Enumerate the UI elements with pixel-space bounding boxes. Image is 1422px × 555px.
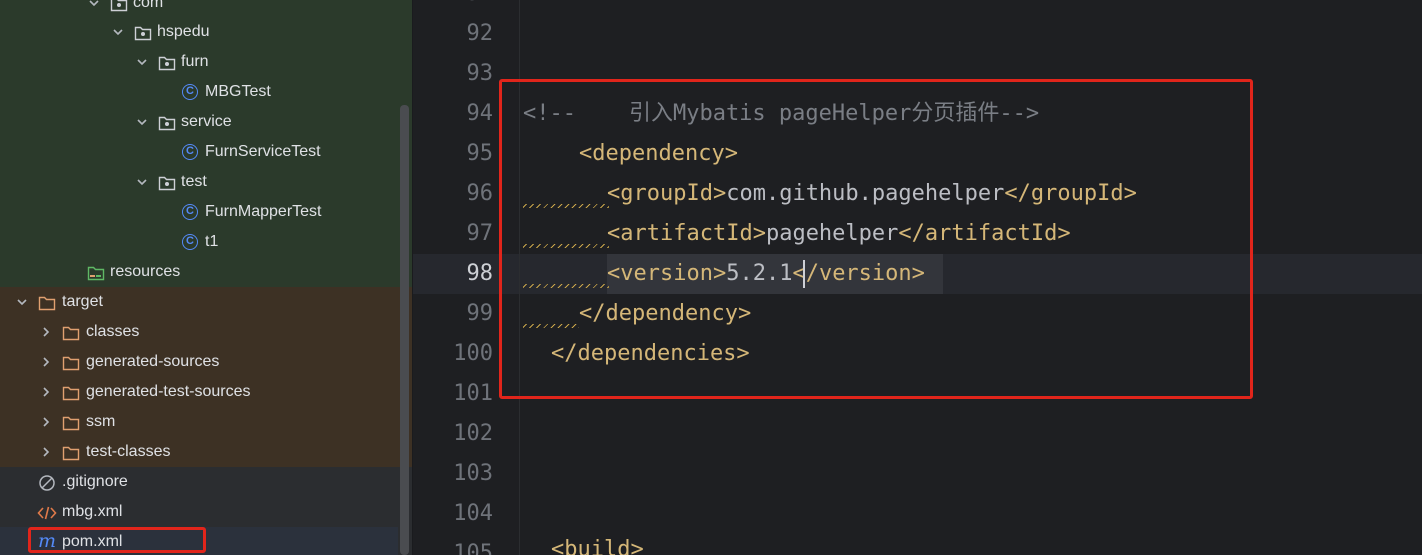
folder-icon — [62, 413, 80, 431]
line-number: 94 — [466, 101, 494, 126]
tree-item-label: .gitignore — [62, 473, 128, 490]
package-icon — [158, 113, 176, 131]
chevron-right-icon[interactable] — [40, 437, 54, 467]
tree-item-mbgtest[interactable]: C MBGTest — [0, 77, 398, 107]
line-number: 96 — [466, 181, 494, 206]
tree-item-generated-sources[interactable]: generated-sources — [0, 347, 398, 377]
class-icon: C — [182, 84, 198, 100]
folder-icon — [62, 443, 80, 461]
tree-item-resources[interactable]: resources — [0, 257, 398, 287]
tree-item-test[interactable]: test — [0, 167, 398, 197]
class-icon: C — [182, 234, 198, 250]
chevron-right-icon[interactable] — [40, 317, 54, 347]
resources-folder-icon — [87, 263, 105, 281]
tree-item-gitignore[interactable]: .gitignore — [0, 467, 398, 497]
line-number: 100 — [453, 341, 493, 366]
line-number: 93 — [466, 61, 494, 86]
tree-item-label: furn — [181, 53, 209, 70]
tree-item-label: com — [133, 0, 164, 11]
line-number-active: 98 — [466, 261, 494, 286]
package-icon — [158, 53, 176, 71]
tree-item-label: FurnServiceTest — [205, 143, 321, 160]
tree-item-t1[interactable]: C t1 — [0, 227, 398, 257]
line-number: 91 — [413, 0, 494, 14]
tree-item-furnmappertest[interactable]: C FurnMapperTest — [0, 197, 398, 227]
tree-item-label: generated-sources — [86, 353, 220, 370]
line-number: 97 — [466, 221, 494, 246]
tree-item-generated-test-sources[interactable]: generated-test-sources — [0, 377, 398, 407]
tree-item-label: test-classes — [86, 443, 171, 460]
tree-item-target[interactable]: target — [0, 287, 398, 317]
pom-highlight-box — [28, 527, 206, 553]
code-line-105: <build> — [551, 530, 644, 555]
line-number: 95 — [466, 141, 494, 166]
folder-icon — [38, 293, 56, 311]
tree-item-label: target — [62, 293, 103, 310]
project-tool-window: com hspedu furn C MBGTest service C Furn… — [0, 0, 412, 555]
class-icon: C — [182, 204, 198, 220]
tree-item-label: ssm — [86, 413, 116, 430]
line-number: 103 — [453, 461, 493, 486]
tree-item-label: MBGTest — [205, 83, 271, 100]
project-scrollbar[interactable] — [400, 105, 409, 555]
tree-item-mbg-xml[interactable]: mbg.xml — [0, 497, 398, 527]
tree-item-furn[interactable]: furn — [0, 47, 398, 77]
tree-item-test-classes[interactable]: test-classes — [0, 437, 398, 467]
folder-icon — [62, 383, 80, 401]
package-icon — [110, 0, 128, 12]
chevron-right-icon[interactable] — [40, 377, 54, 407]
chevron-down-icon[interactable] — [112, 17, 126, 47]
tree-item-label: generated-test-sources — [86, 383, 251, 400]
tree-item-classes[interactable]: classes — [0, 317, 398, 347]
tree-item-label: mbg.xml — [62, 503, 123, 520]
tree-item-label: service — [181, 113, 232, 130]
package-icon — [158, 173, 176, 191]
chevron-down-icon[interactable] — [16, 287, 30, 317]
tree-item-hspedu[interactable]: hspedu — [0, 17, 398, 47]
chevron-right-icon[interactable] — [40, 407, 54, 437]
xml-file-icon — [37, 503, 57, 521]
chevron-right-icon[interactable] — [40, 347, 54, 377]
ignore-file-icon — [38, 473, 56, 491]
tree-item-label: FurnMapperTest — [205, 203, 322, 220]
chevron-down-icon[interactable] — [88, 0, 102, 18]
tree-item-ssm[interactable]: ssm — [0, 407, 398, 437]
dependency-highlight-box — [499, 79, 1253, 399]
chevron-down-icon[interactable] — [136, 167, 150, 197]
tree-item-label: test — [181, 173, 207, 190]
tree-item-com[interactable]: com — [0, 0, 398, 18]
line-number: 104 — [453, 501, 493, 526]
chevron-down-icon[interactable] — [136, 107, 150, 137]
line-number: 101 — [453, 381, 493, 406]
tree-item-furnservicetest[interactable]: C FurnServiceTest — [0, 137, 398, 167]
folder-icon — [62, 323, 80, 341]
folder-icon — [62, 353, 80, 371]
class-icon: C — [182, 144, 198, 160]
tree-item-label: classes — [86, 323, 140, 340]
tree-item-service[interactable]: service — [0, 107, 398, 137]
line-number: 102 — [453, 421, 493, 446]
tree-item-label: resources — [110, 263, 181, 280]
line-number: 105 — [453, 541, 493, 555]
line-number: 99 — [466, 301, 494, 326]
tree-item-label: hspedu — [157, 23, 210, 40]
line-number: 92 — [466, 21, 494, 46]
chevron-down-icon[interactable] — [136, 47, 150, 77]
package-icon — [134, 23, 152, 41]
xml-tag: <build> — [551, 537, 644, 555]
tree-item-label: t1 — [205, 233, 219, 250]
